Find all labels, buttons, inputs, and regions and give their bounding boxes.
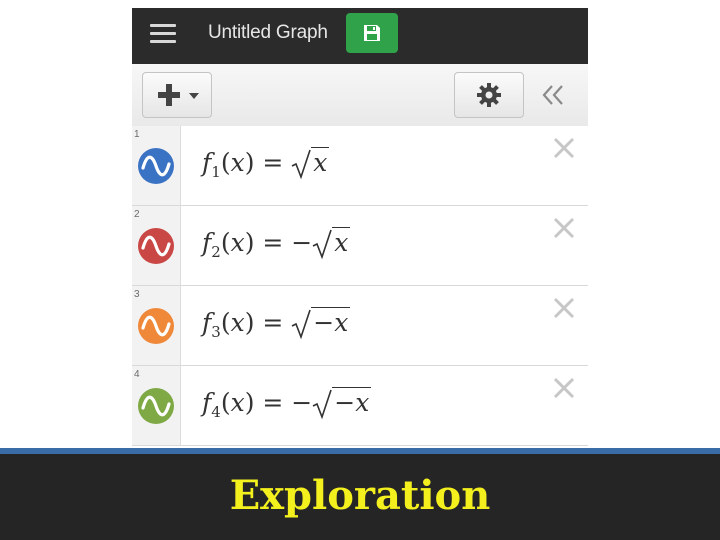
function-argument: x: [230, 148, 245, 177]
color-swatch-icon[interactable]: [138, 148, 174, 184]
square-root: −x: [291, 307, 351, 339]
function-name: f: [202, 148, 212, 177]
radicand: −x: [311, 307, 351, 337]
square-root: −x: [312, 387, 372, 419]
radical-sign-icon: [291, 149, 312, 179]
caret-down-icon: [189, 93, 199, 99]
equals-sign: =: [262, 228, 284, 257]
expression-index: 4: [134, 369, 140, 380]
function-subscript: 2: [211, 243, 221, 261]
save-button[interactable]: [346, 13, 398, 53]
square-root: x: [291, 147, 330, 179]
radicand: x: [332, 227, 351, 257]
expression-input[interactable]: f4(x) = − −x: [202, 387, 372, 421]
graph-title[interactable]: Untitled Graph: [208, 22, 328, 44]
radicand: −x: [332, 387, 372, 417]
leading-sign: −: [291, 388, 313, 417]
settings-button[interactable]: [454, 72, 524, 118]
caption-band: Exploration: [0, 454, 720, 540]
close-icon[interactable]: [552, 136, 576, 160]
leading-sign: −: [291, 228, 313, 257]
color-swatch-icon[interactable]: [138, 388, 174, 424]
square-root: x: [312, 227, 351, 259]
expression-row[interactable]: 2 f2(x) = − x: [132, 206, 588, 286]
expression-gutter: 3: [132, 286, 181, 365]
floppy-disk-icon: [364, 25, 380, 41]
color-swatch-icon[interactable]: [138, 228, 174, 264]
expression-gutter: 1: [132, 126, 181, 205]
function-subscript: 1: [211, 163, 221, 181]
double-chevron-left-icon[interactable]: [540, 84, 566, 106]
close-icon[interactable]: [552, 216, 576, 240]
expression-input[interactable]: f2(x) = − x: [202, 227, 351, 261]
radical-sign-icon: [312, 229, 333, 259]
expression-row[interactable]: 4 f4(x) = − −x: [132, 366, 588, 446]
add-item-button[interactable]: [142, 72, 212, 118]
expression-input[interactable]: f3(x) = −x: [202, 307, 351, 341]
expression-index: 1: [134, 129, 140, 140]
function-subscript: 3: [211, 323, 221, 341]
color-swatch-icon[interactable]: [138, 308, 174, 344]
equals-sign: =: [262, 148, 284, 177]
radical-sign-icon: [291, 309, 312, 339]
equals-sign: =: [262, 308, 284, 337]
expression-row[interactable]: 3 f3(x) = −x: [132, 286, 588, 366]
radical-sign-icon: [312, 389, 333, 419]
function-name: f: [202, 228, 212, 257]
close-icon[interactable]: [552, 296, 576, 320]
function-argument: x: [230, 228, 245, 257]
expression-gutter: 2: [132, 206, 181, 285]
expression-row[interactable]: 1 f1(x) = x: [132, 126, 588, 206]
close-icon[interactable]: [552, 376, 576, 400]
function-name: f: [202, 308, 212, 337]
function-name: f: [202, 388, 212, 417]
expression-list: 1 f1(x) = x 2 f2(x) = − x 3 f3(x) = −x 4…: [132, 126, 588, 446]
expression-gutter: 4: [132, 366, 181, 445]
function-argument: x: [230, 308, 245, 337]
expression-input[interactable]: f1(x) = x: [202, 147, 330, 181]
function-subscript: 4: [211, 403, 221, 421]
radicand: x: [311, 147, 330, 177]
hamburger-menu-icon[interactable]: [150, 22, 176, 44]
equals-sign: =: [262, 388, 284, 417]
expression-index: 3: [134, 289, 140, 300]
gear-icon: [477, 83, 501, 107]
plus-icon: [158, 84, 180, 106]
expression-index: 2: [134, 209, 140, 220]
caption-title: Exploration: [229, 472, 491, 519]
function-argument: x: [230, 388, 245, 417]
top-bar: Untitled Graph: [132, 8, 588, 64]
expression-toolbar: [132, 64, 588, 127]
graphing-app: Untitled Graph 1 f1(x) = x 2 f2(x) = − x…: [132, 8, 588, 448]
